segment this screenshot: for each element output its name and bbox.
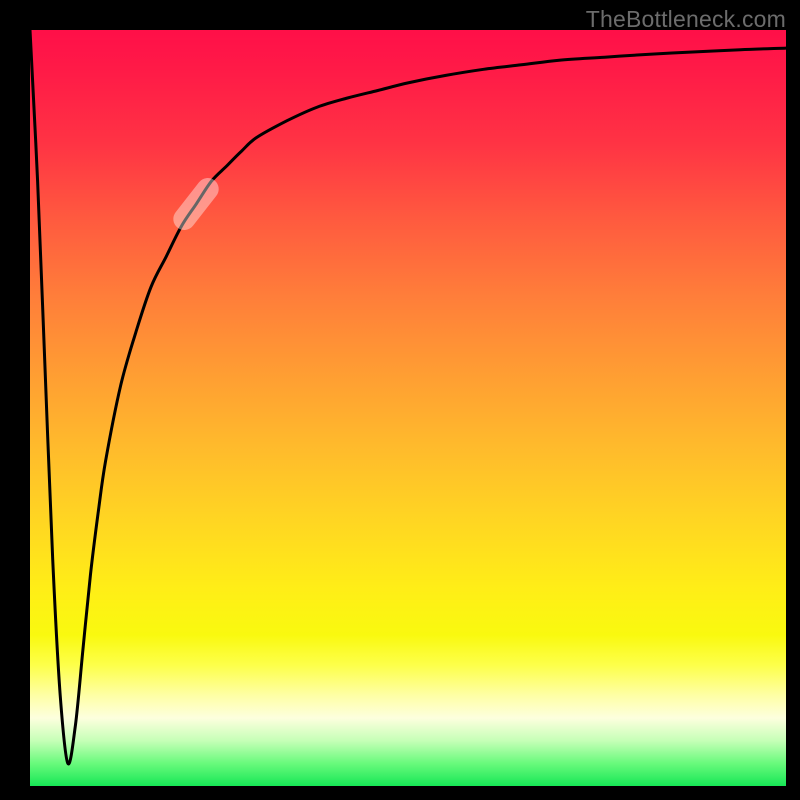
plot-area <box>30 30 786 786</box>
bottleneck-curve <box>30 30 786 786</box>
attribution-text: TheBottleneck.com <box>586 6 786 33</box>
